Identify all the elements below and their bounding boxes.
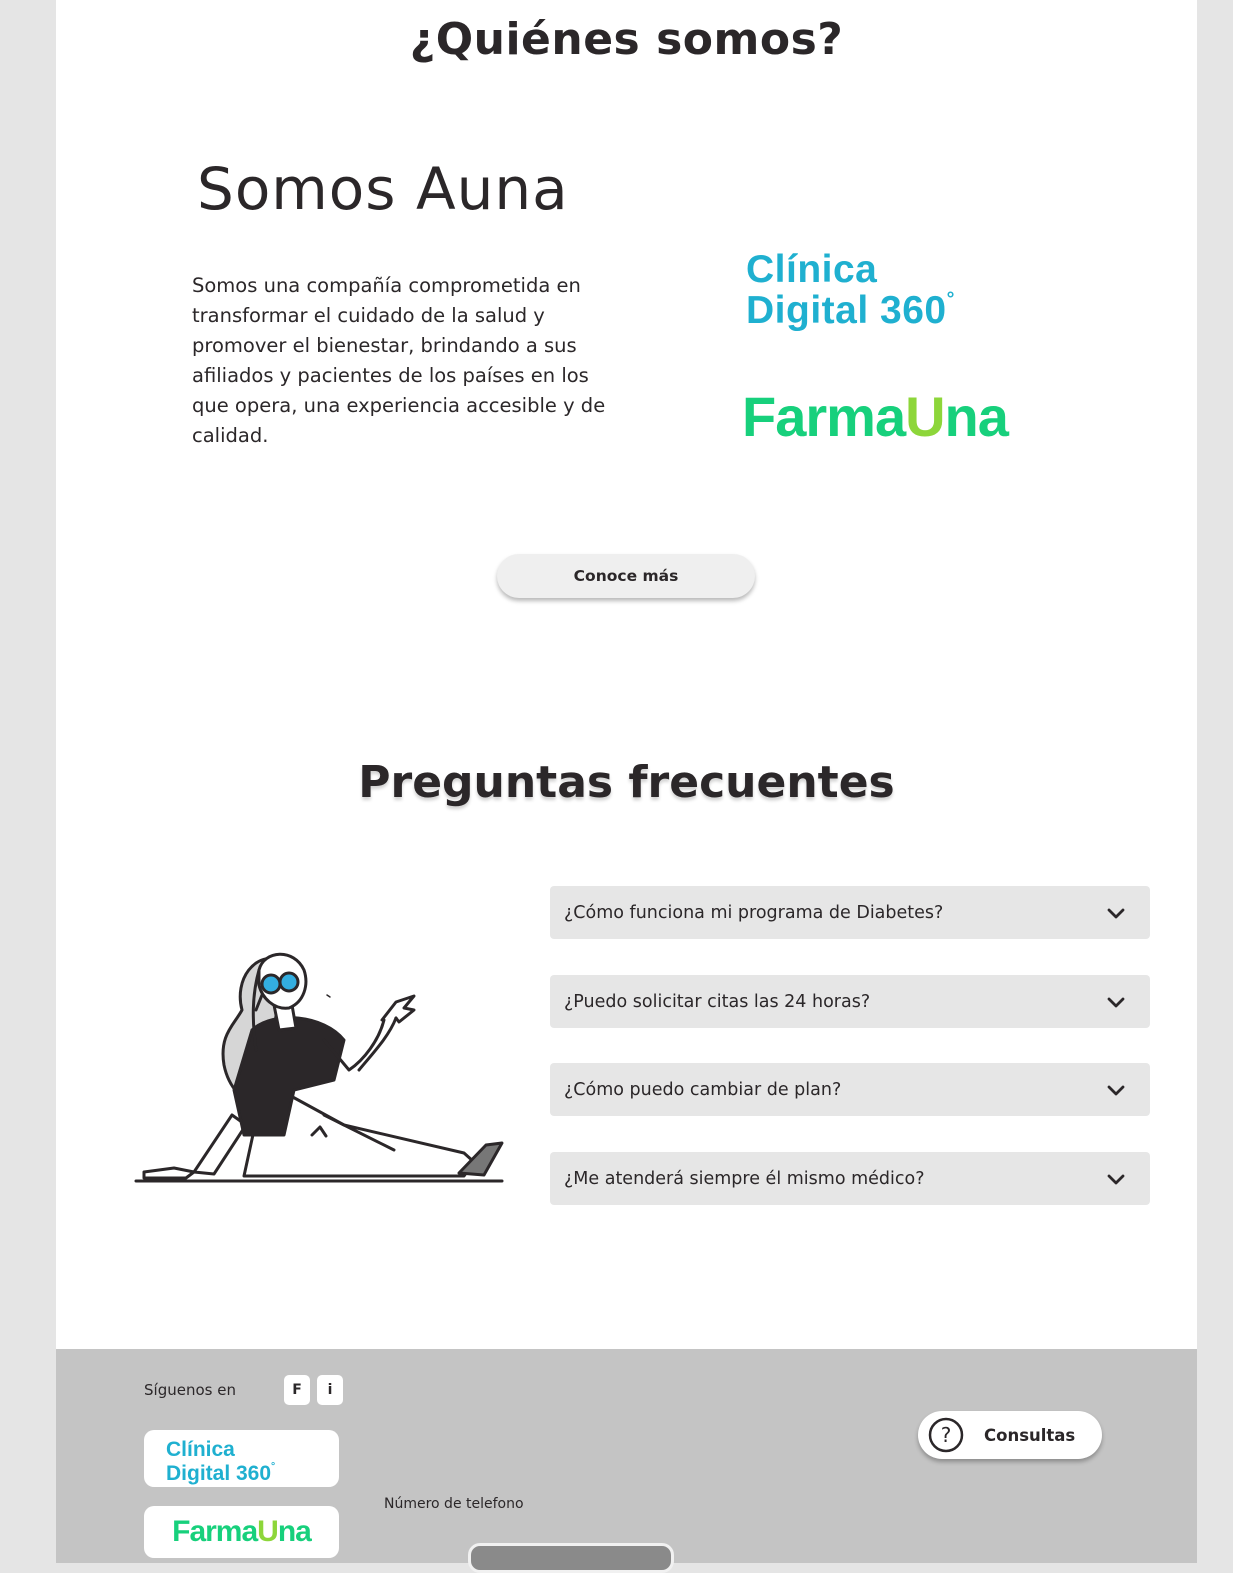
faq-question: ¿Me atenderá siempre él mismo médico? [564,1168,925,1189]
section-title-about: ¿Quiénes somos? [409,14,844,65]
follow-us-label: Síguenos en [144,1381,236,1399]
question-mark-glyph: ? [941,1423,952,1447]
facebook-icon[interactable]: F [284,1375,310,1405]
farma-logo-part1: Farma [742,385,906,448]
faq-item[interactable]: ¿Cómo puedo cambiar de plan? [550,1063,1150,1116]
faq-item[interactable]: ¿Puedo solicitar citas las 24 horas? [550,975,1150,1028]
farmauna-logo: FarmaUna [742,384,1009,449]
faq-item[interactable]: ¿Me atenderá siempre él mismo médico? [550,1152,1150,1205]
farma-logo-u: U [257,1515,279,1548]
woman-binoculars-illustration [134,952,504,1183]
farma-logo-part2: na [277,1515,312,1548]
consultas-label: Consultas [984,1425,1076,1445]
faq-question: ¿Puedo solicitar citas las 24 horas? [564,991,871,1012]
instagram-icon[interactable]: i [317,1375,343,1405]
faq-question: ¿Cómo funciona mi programa de Diabetes? [564,902,944,923]
chevron-down-icon[interactable] [1104,1078,1128,1102]
conoce-mas-button[interactable]: Conoce más [497,554,755,598]
phone-input[interactable] [468,1543,674,1573]
faq-question: ¿Cómo puedo cambiar de plan? [564,1079,842,1100]
chevron-down-icon[interactable] [1104,901,1128,925]
page: ¿Quiénes somos? Somos Auna Somos una com… [56,0,1197,1573]
question-circle-icon: ? [928,1417,964,1453]
farma-logo-u: U [905,385,945,448]
clinica-digital-logo: Clínica Digital 360° [746,248,955,332]
clinica-logo-line2: Digital 360 [166,1462,272,1486]
clinica-logo-line1: Clínica [746,248,878,291]
clinica-logo-line2: Digital 360 [746,288,947,332]
chevron-down-icon[interactable] [1104,1167,1128,1191]
farmauna-logo: FarmaUna [172,1515,312,1549]
footer-farmauna-logo-link[interactable]: FarmaUna [144,1506,339,1558]
section-title-faq: Preguntas frecuentes [358,757,895,808]
clinica-logo-line1: Clínica [166,1438,235,1461]
about-description: Somos una compañía comprometida en trans… [192,274,606,447]
faq-item[interactable]: ¿Cómo funciona mi programa de Diabetes? [550,886,1150,939]
about-heading: Somos Auna [197,155,569,223]
clinica-digital-logo: Clínica Digital 360° [166,1438,317,1486]
clinica-logo-degree: ° [271,1460,276,1473]
clinica-logo-degree: ° [946,287,955,310]
farma-logo-part2: na [944,385,1009,448]
phone-label: Número de telefono [384,1496,524,1512]
consultas-button[interactable]: ? Consultas [918,1411,1102,1459]
farma-logo-part1: Farma [172,1515,258,1548]
chevron-down-icon[interactable] [1104,990,1128,1014]
footer-clinica-logo-link[interactable]: Clínica Digital 360° [144,1430,339,1487]
